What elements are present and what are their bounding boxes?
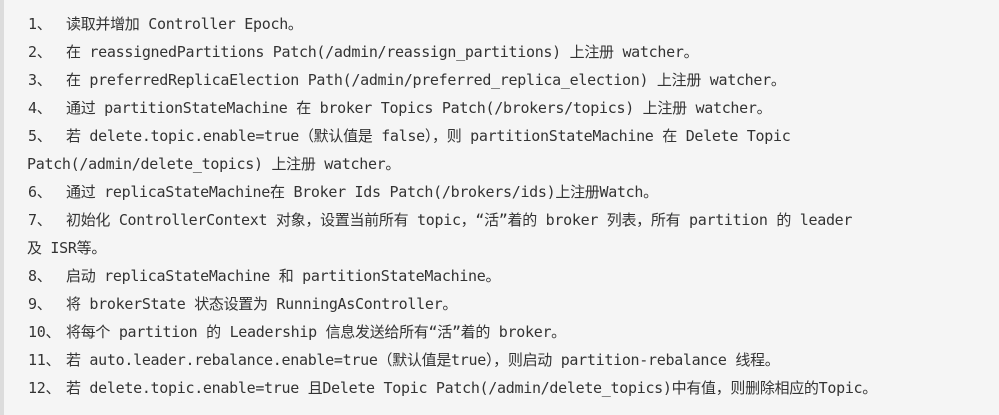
list-item: 7、 初始化 ControllerContext 对象，设置当前所有 topic，… [28, 206, 996, 234]
step-number: 6、 [28, 183, 52, 201]
list-item: 4、 通过 partitionStateMachine 在 broker Topi… [28, 94, 996, 122]
step-number: 2、 [28, 43, 52, 61]
step-text-continuation: Patch(/admin/delete_topics) 上注册 watcher。 [27, 155, 401, 173]
list-item: 8、 启动 replicaStateMachine 和 partitionStat… [28, 262, 996, 290]
step-number: 7、 [28, 211, 52, 229]
step-text: 初始化 ControllerContext 对象，设置当前所有 topic，“活… [66, 211, 853, 229]
list-item: 12、若 delete.topic.enable=true 且Delete To… [28, 374, 996, 402]
step-text: 若 delete.topic.enable=true（默认值是 false），则… [66, 127, 791, 145]
step-text: 通过 replicaStateMachine在 Broker Ids Patch… [66, 183, 658, 201]
step-number: 12、 [28, 379, 61, 397]
list-item: 9、将 brokerState 状态设置为 RunningAsControlle… [28, 290, 996, 318]
step-text: 将 brokerState 状态设置为 RunningAsController。 [66, 295, 458, 313]
blockquote-border [0, 0, 4, 415]
step-list: 1、 读取并增加 Controller Epoch。 2、在 reassigned… [27, 10, 996, 402]
step-text: 在 preferredReplicaElection Path(/admin/p… [66, 71, 786, 89]
list-item: 6、 通过 replicaStateMachine在 Broker Ids Pat… [28, 178, 996, 206]
step-number: 4、 [28, 99, 52, 117]
list-item: 1、 读取并增加 Controller Epoch。 [28, 10, 996, 38]
list-item: 11、若 auto.leader.rebalance.enable=true（默… [28, 346, 996, 374]
document-block: 1、 读取并增加 Controller Epoch。 2、在 reassigned… [0, 0, 999, 415]
step-text-continuation: 及 ISR等。 [27, 239, 107, 257]
list-item: 5、若 delete.topic.enable=true（默认值是 false）… [28, 122, 996, 150]
step-text: 通过 partitionStateMachine 在 broker Topics… [66, 99, 772, 117]
list-item-continuation: 及 ISR等。 [27, 234, 996, 262]
step-text: 若 auto.leader.rebalance.enable=true（默认值是… [66, 351, 780, 369]
step-number: 3、 [28, 71, 52, 89]
step-number: 11、 [28, 351, 61, 369]
step-text: 将每个 partition 的 Leadership 信息发送给所有“活”着的 … [66, 323, 566, 341]
step-number: 5、 [28, 127, 52, 145]
step-number: 8、 [28, 267, 52, 285]
list-item-continuation: Patch(/admin/delete_topics) 上注册 watcher。 [27, 150, 996, 178]
step-number: 1、 [28, 15, 52, 33]
step-text: 读取并增加 Controller Epoch。 [66, 15, 303, 33]
step-number: 10、 [28, 323, 61, 341]
step-text: 在 reassignedPartitions Patch(/admin/reas… [66, 43, 699, 61]
step-text: 启动 replicaStateMachine 和 partitionStateM… [66, 267, 501, 285]
list-item: 2、在 reassignedPartitions Patch(/admin/re… [28, 38, 996, 66]
list-item: 3、在 preferredReplicaElection Path(/admin… [28, 66, 996, 94]
step-text: 若 delete.topic.enable=true 且Delete Topic… [66, 379, 877, 397]
step-number: 9、 [28, 295, 52, 313]
list-item: 10、 将每个 partition 的 Leadership 信息发送给所有“活”… [28, 318, 996, 346]
